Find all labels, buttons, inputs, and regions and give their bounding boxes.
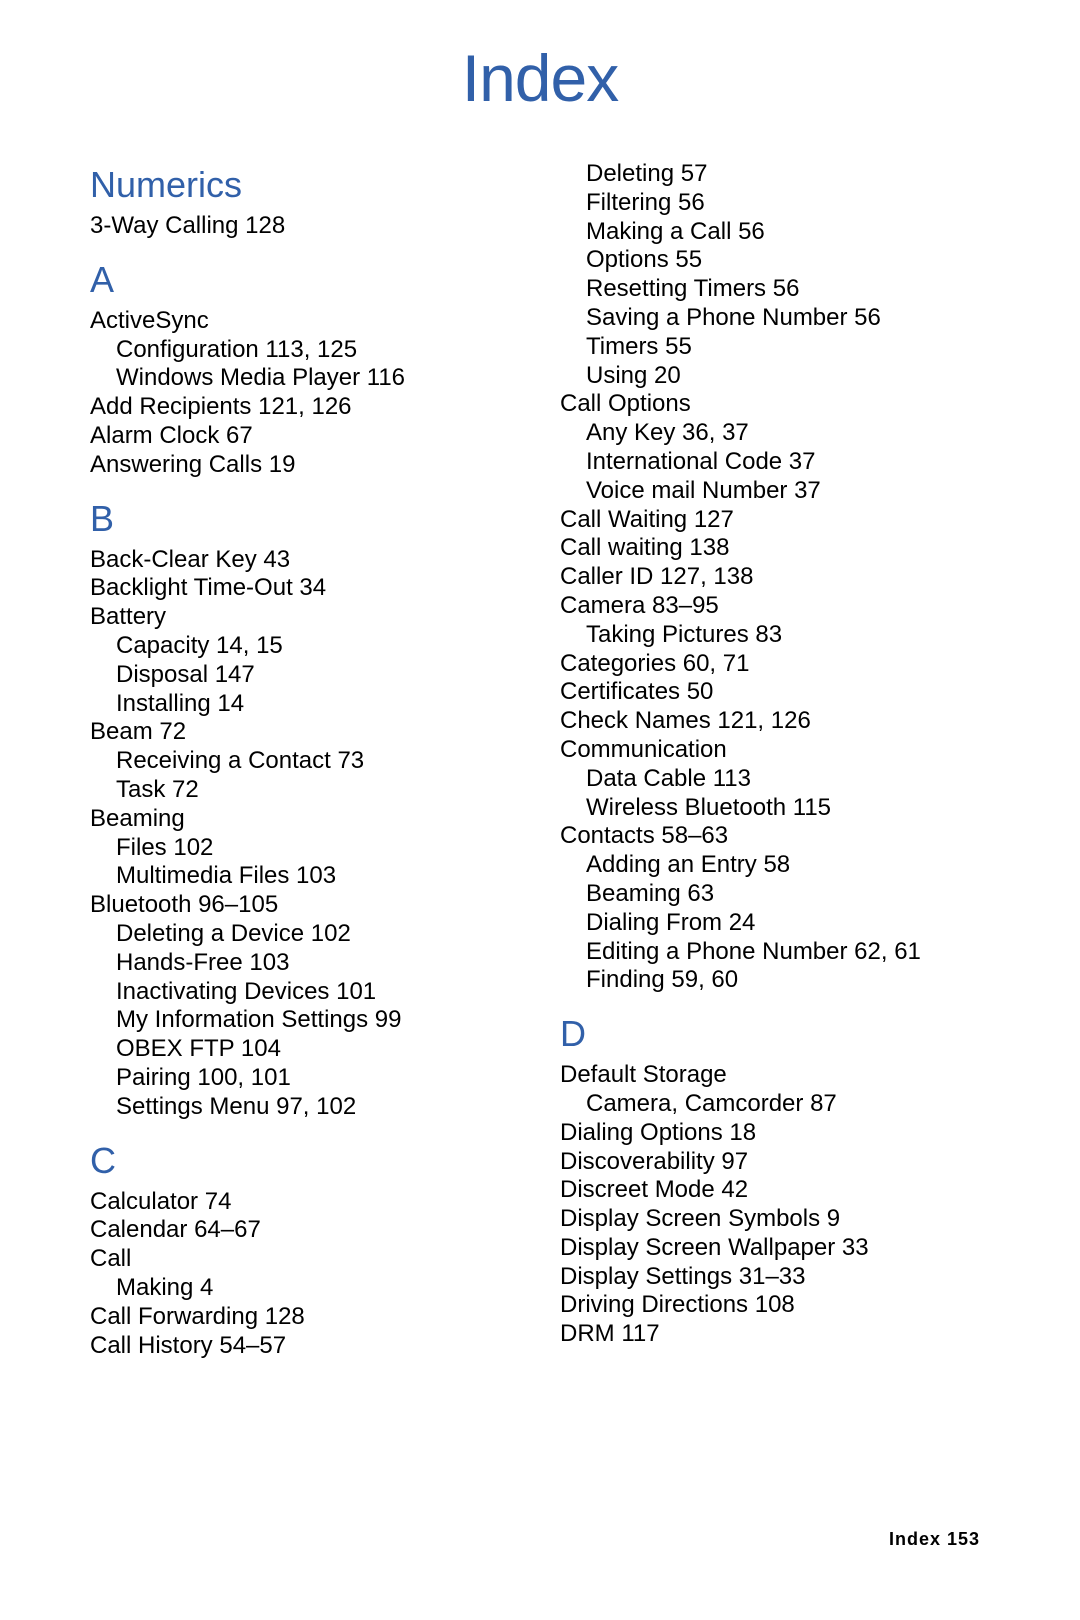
index-subentry: My Information Settings 99 <box>90 1006 520 1035</box>
index-entry: Add Recipients 121, 126 <box>90 393 520 422</box>
section-heading-c: C <box>90 1140 520 1182</box>
section-heading-b: B <box>90 498 520 540</box>
index-entry: 3-Way Calling 128 <box>90 212 520 241</box>
index-subentry: Any Key 36, 37 <box>560 419 990 448</box>
index-entry: Beam 72 <box>90 718 520 747</box>
index-subentry: Camera, Camcorder 87 <box>560 1090 990 1119</box>
index-subentry: Installing 14 <box>90 690 520 719</box>
index-subentry: Files 102 <box>90 834 520 863</box>
index-entry: Contacts 58–63 <box>560 822 990 851</box>
index-entry: Default Storage <box>560 1061 990 1090</box>
index-entry: Dialing Options 18 <box>560 1119 990 1148</box>
index-entry: Battery <box>90 603 520 632</box>
index-subentry: Inactivating Devices 101 <box>90 978 520 1007</box>
index-subentry: Editing a Phone Number 62, 61 <box>560 938 990 967</box>
index-entry: Call History 54–57 <box>90 1332 520 1361</box>
index-entry: Certificates 50 <box>560 678 990 707</box>
index-entry: Display Screen Symbols 9 <box>560 1205 990 1234</box>
index-entry: Beaming <box>90 805 520 834</box>
index-subentry: OBEX FTP 104 <box>90 1035 520 1064</box>
index-columns: Numerics 3-Way Calling 128 A ActiveSync … <box>90 146 990 1360</box>
index-entry: Communication <box>560 736 990 765</box>
index-entry: Call Options <box>560 390 990 419</box>
index-subentry: Configuration 113, 125 <box>90 336 520 365</box>
index-subentry: Data Cable 113 <box>560 765 990 794</box>
index-entry: Back-Clear Key 43 <box>90 546 520 575</box>
index-subentry: Making 4 <box>90 1274 520 1303</box>
section-heading-d: D <box>560 1013 990 1055</box>
index-subentry: Receiving a Contact 73 <box>90 747 520 776</box>
index-subentry: Deleting a Device 102 <box>90 920 520 949</box>
column-right: Deleting 57 Filtering 56 Making a Call 5… <box>560 146 990 1360</box>
index-entry: Call waiting 138 <box>560 534 990 563</box>
index-subentry: Windows Media Player 116 <box>90 364 520 393</box>
index-subentry: Deleting 57 <box>560 160 990 189</box>
index-subentry: Adding an Entry 58 <box>560 851 990 880</box>
index-subentry: Wireless Bluetooth 115 <box>560 794 990 823</box>
index-subentry: Timers 55 <box>560 333 990 362</box>
index-entry: Camera 83–95 <box>560 592 990 621</box>
index-subentry: International Code 37 <box>560 448 990 477</box>
index-subentry: Voice mail Number 37 <box>560 477 990 506</box>
index-subentry: Hands-Free 103 <box>90 949 520 978</box>
index-subentry: Taking Pictures 83 <box>560 621 990 650</box>
index-subentry: Options 55 <box>560 246 990 275</box>
index-subentry: Filtering 56 <box>560 189 990 218</box>
index-subentry: Making a Call 56 <box>560 218 990 247</box>
page-footer: Index 153 <box>889 1529 980 1550</box>
index-entry: Display Settings 31–33 <box>560 1263 990 1292</box>
page-title: Index <box>90 40 990 116</box>
section-heading-numerics: Numerics <box>90 164 520 206</box>
index-subentry: Capacity 14, 15 <box>90 632 520 661</box>
index-entry: Call Waiting 127 <box>560 506 990 535</box>
column-left: Numerics 3-Way Calling 128 A ActiveSync … <box>90 146 520 1360</box>
index-entry: Answering Calls 19 <box>90 451 520 480</box>
index-entry: Alarm Clock 67 <box>90 422 520 451</box>
index-entry: Display Screen Wallpaper 33 <box>560 1234 990 1263</box>
index-entry: Discoverability 97 <box>560 1148 990 1177</box>
index-entry: Call <box>90 1245 520 1274</box>
index-subentry: Task 72 <box>90 776 520 805</box>
index-subentry: Resetting Timers 56 <box>560 275 990 304</box>
index-entry: Driving Directions 108 <box>560 1291 990 1320</box>
index-subentry: Finding 59, 60 <box>560 966 990 995</box>
index-subentry: Pairing 100, 101 <box>90 1064 520 1093</box>
index-entry: Backlight Time-Out 34 <box>90 574 520 603</box>
index-entry: Discreet Mode 42 <box>560 1176 990 1205</box>
index-entry: Bluetooth 96–105 <box>90 891 520 920</box>
index-entry: Calendar 64–67 <box>90 1216 520 1245</box>
index-entry: ActiveSync <box>90 307 520 336</box>
index-entry: Caller ID 127, 138 <box>560 563 990 592</box>
index-subentry: Multimedia Files 103 <box>90 862 520 891</box>
index-subentry: Using 20 <box>560 362 990 391</box>
index-entry: Categories 60, 71 <box>560 650 990 679</box>
index-subentry: Dialing From 24 <box>560 909 990 938</box>
index-subentry: Settings Menu 97, 102 <box>90 1093 520 1122</box>
section-heading-a: A <box>90 259 520 301</box>
index-subentry: Saving a Phone Number 56 <box>560 304 990 333</box>
index-subentry: Beaming 63 <box>560 880 990 909</box>
index-entry: Check Names 121, 126 <box>560 707 990 736</box>
index-entry: Calculator 74 <box>90 1188 520 1217</box>
index-entry: Call Forwarding 128 <box>90 1303 520 1332</box>
index-subentry: Disposal 147 <box>90 661 520 690</box>
index-entry: DRM 117 <box>560 1320 990 1349</box>
